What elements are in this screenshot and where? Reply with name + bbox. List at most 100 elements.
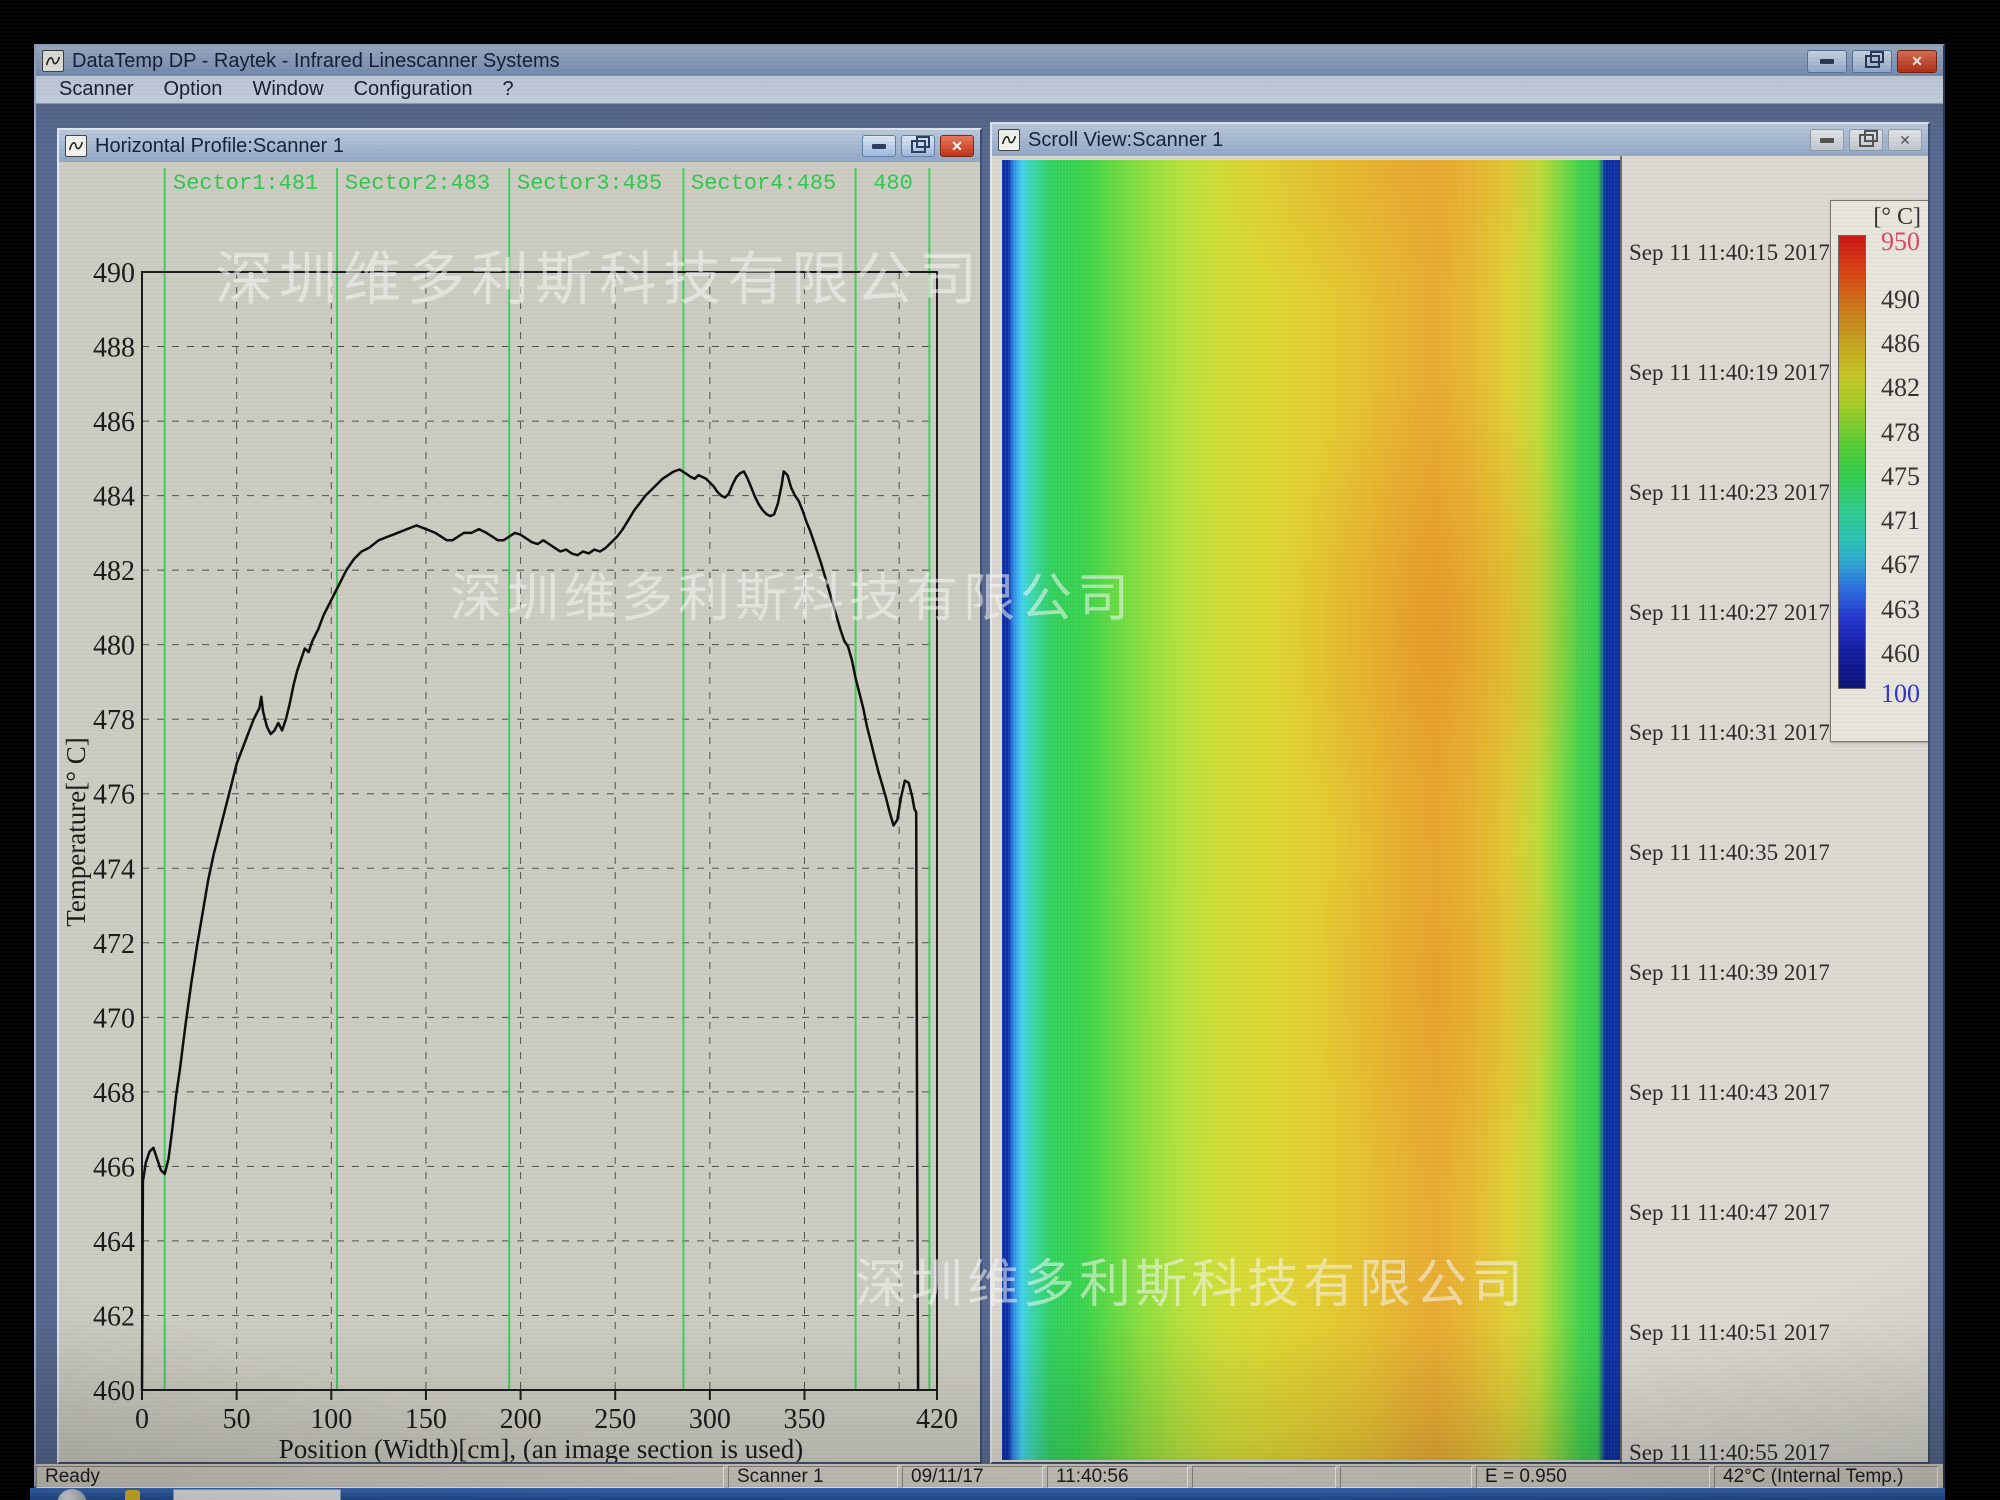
status-empty-1 (1192, 1466, 1336, 1488)
taskbar[interactable] (30, 1488, 1945, 1500)
scroll-view-client-area: Sep 11 11:40:15 2017 Sep 11 11:40:19 2017… (992, 156, 1928, 1462)
main-titlebar[interactable]: DataTemp DP - Raytek - Infrared Linescan… (36, 46, 1943, 76)
sector-label: Sector3: (509, 171, 623, 196)
svg-text:484: 484 (93, 482, 135, 513)
svg-text:100: 100 (310, 1404, 352, 1435)
svg-text:482: 482 (93, 556, 135, 587)
svg-text:490: 490 (93, 258, 135, 289)
svg-text:474: 474 (93, 854, 135, 885)
scan-timestamp: Sep 11 11:40:47 2017 (1629, 1200, 1830, 1226)
svg-text:464: 464 (93, 1227, 135, 1258)
sector-label: Sector1: (165, 171, 279, 196)
scan-timestamp: Sep 11 11:40:39 2017 (1629, 960, 1830, 986)
profile-minimize-button[interactable] (862, 135, 896, 157)
close-icon: ✕ (1911, 53, 1923, 70)
scroll-close-button[interactable]: ✕ (1888, 129, 1922, 151)
menu-option[interactable]: Option (149, 76, 238, 103)
thermal-scan-image (1002, 160, 1620, 1460)
taskbar-app-icon[interactable] (125, 1490, 140, 1500)
minimize-icon (1820, 138, 1834, 143)
restore-button[interactable] (1852, 50, 1892, 73)
status-date: 09/11/17 (902, 1466, 1043, 1488)
status-ready: Ready (36, 1466, 724, 1488)
svg-text:480: 480 (93, 631, 135, 662)
scale-label-475: 475 (1881, 462, 1920, 492)
scale-label-950: 950 (1881, 227, 1920, 257)
profile-window: Horizontal Profile:Scanner 1 ✕ 460 462 464… (57, 128, 982, 1464)
app-title: DataTemp DP - Raytek - Infrared Linescan… (72, 50, 560, 73)
status-empty-2 (1340, 1466, 1472, 1488)
profile-titlebar[interactable]: Horizontal Profile:Scanner 1 ✕ (59, 130, 980, 162)
sector-value: 485 (623, 171, 689, 196)
menu-window[interactable]: Window (237, 76, 338, 103)
minimize-button[interactable] (1807, 50, 1847, 73)
scan-timestamp: Sep 11 11:40:27 2017 (1629, 600, 1830, 626)
svg-text:462: 462 (93, 1301, 135, 1332)
svg-text:Temperature[° C]: Temperature[° C] (61, 737, 91, 927)
svg-text:460: 460 (93, 1376, 135, 1407)
scan-timestamp: Sep 11 11:40:15 2017 (1629, 240, 1830, 266)
scale-label-467: 467 (1881, 550, 1920, 580)
start-button[interactable] (57, 1489, 87, 1500)
close-icon: ✕ (1899, 132, 1911, 149)
scan-timestamp: Sep 11 11:40:51 2017 (1629, 1320, 1830, 1346)
scroll-view-window-icon (998, 129, 1020, 151)
svg-text:478: 478 (93, 705, 135, 736)
svg-text:466: 466 (93, 1152, 135, 1183)
profile-close-button[interactable]: ✕ (940, 135, 974, 157)
scale-label-482: 482 (1881, 373, 1920, 403)
svg-text:50: 50 (223, 1404, 251, 1435)
svg-text:250: 250 (594, 1404, 636, 1435)
status-time: 11:40:56 (1047, 1466, 1188, 1488)
close-icon: ✕ (951, 138, 963, 155)
svg-text:200: 200 (500, 1404, 542, 1435)
minimize-icon (1820, 59, 1834, 64)
taskbar-window-button[interactable] (173, 1489, 341, 1500)
restore-icon (1859, 134, 1874, 147)
status-scanner: Scanner 1 (728, 1466, 898, 1488)
svg-text:350: 350 (784, 1404, 826, 1435)
sector-readout-2: Sector2:483 (337, 169, 509, 197)
menu-scanner[interactable]: Scanner (44, 76, 149, 103)
main-window: DataTemp DP - Raytek - Infrared Linescan… (34, 44, 1945, 1488)
sector-value: 481 (279, 171, 345, 196)
minimize-icon (872, 144, 886, 149)
sector-value: 480 (873, 171, 913, 196)
sector-readout-total: 480 (856, 169, 930, 197)
menu-bar: ScannerOptionWindowConfiguration? (36, 76, 1943, 104)
scale-label-471: 471 (1881, 506, 1920, 536)
profile-window-icon (65, 135, 87, 157)
svg-text:420: 420 (916, 1404, 958, 1435)
app-icon (42, 50, 64, 72)
scan-timestamp: Sep 11 11:40:55 2017 (1629, 1440, 1830, 1462)
scale-label-463: 463 (1881, 595, 1920, 625)
menu-?[interactable]: ? (488, 76, 529, 103)
profile-restore-button[interactable] (901, 135, 935, 157)
scale-label-478: 478 (1881, 418, 1920, 448)
sector-value: 485 (797, 171, 863, 196)
scale-label-490: 490 (1881, 285, 1920, 315)
scan-timestamp: Sep 11 11:40:35 2017 (1629, 840, 1830, 866)
menu-configuration[interactable]: Configuration (339, 76, 488, 103)
scroll-view-window: Scroll View:Scanner 1 ✕ Sep 11 11:40:15 … (990, 122, 1930, 1464)
sector-readout-3: Sector3:485 (509, 169, 683, 197)
scale-label-460: 460 (1881, 639, 1920, 669)
scroll-view-window-title: Scroll View:Scanner 1 (1028, 129, 1223, 152)
sector-label: Sector4: (683, 171, 797, 196)
sector-readout-4: Sector4:485 (683, 169, 855, 197)
restore-icon (911, 140, 926, 153)
scale-label-100: 100 (1881, 679, 1920, 709)
svg-text:488: 488 (93, 333, 135, 364)
scan-timestamp: Sep 11 11:40:19 2017 (1629, 360, 1830, 386)
color-scale-panel: [° C] 950490486482478475471467463460100 (1830, 200, 1928, 742)
scroll-minimize-button[interactable] (1810, 129, 1844, 151)
horizontal-profile-chart: 4604624644664684704724744764784804824844… (59, 162, 980, 1462)
sector-readout-1: Sector1:481 (165, 169, 337, 197)
status-bar: ReadyScanner 109/11/1711:40:56E = 0.9504… (36, 1464, 1943, 1490)
scroll-view-titlebar[interactable]: Scroll View:Scanner 1 ✕ (992, 124, 1928, 156)
status-internal-temp: 42°C (Internal Temp.) (1714, 1466, 1938, 1488)
scan-timestamp: Sep 11 11:40:23 2017 (1629, 480, 1830, 506)
close-button[interactable]: ✕ (1897, 50, 1937, 73)
svg-text:486: 486 (93, 407, 135, 438)
scroll-restore-button[interactable] (1849, 129, 1883, 151)
